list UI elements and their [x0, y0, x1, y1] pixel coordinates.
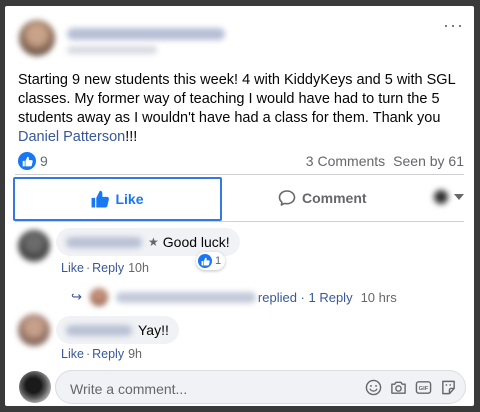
comment-reaction-count: 1 — [215, 255, 222, 267]
comment-like-link[interactable]: Like — [61, 261, 84, 275]
seen-by-count[interactable]: Seen by 61 — [393, 153, 464, 169]
replier-avatar — [89, 288, 108, 306]
comment-button[interactable]: Comment — [278, 188, 367, 208]
comment-button-label: Comment — [302, 190, 367, 206]
like-button[interactable]: Like — [13, 177, 222, 221]
composer-icons: GIF — [364, 378, 457, 396]
post-text: Starting 9 new students this week! 4 wit… — [18, 72, 456, 126]
reaction-summary[interactable]: 9 — [18, 152, 48, 170]
comment-like-link[interactable]: Like — [61, 347, 84, 361]
reply-thread[interactable]: ↪ replied · 1 Reply 10 hrs — [71, 288, 397, 306]
author-avatar[interactable] — [19, 20, 55, 56]
commenter-name-redacted[interactable] — [66, 324, 132, 336]
post-stats: 3 Comments Seen by 61 — [306, 153, 464, 169]
comment-timestamp[interactable]: 10h — [128, 261, 149, 275]
comment-timestamp[interactable]: 9h — [128, 347, 142, 361]
divider — [15, 174, 464, 175]
comment-composer: GIF — [55, 370, 466, 404]
viewer-avatar — [433, 189, 449, 205]
camera-icon[interactable] — [389, 378, 407, 396]
svg-text:GIF: GIF — [418, 386, 428, 392]
chevron-down-icon — [454, 194, 464, 200]
replier-name-redacted — [115, 291, 256, 303]
comment-actions: Like · Reply 9h — [61, 347, 142, 361]
like-button-label: Like — [115, 191, 144, 207]
comment-actions: Like · Reply 10h — [61, 261, 149, 275]
comment-reply-link[interactable]: Reply — [92, 347, 124, 361]
post-body: Starting 9 new students this week! 4 wit… — [18, 71, 466, 147]
comment-input[interactable] — [68, 378, 352, 400]
comment-reply-link[interactable]: Reply — [92, 261, 124, 275]
gif-icon[interactable]: GIF — [414, 378, 432, 396]
reply-thread-label[interactable]: replied · 1 Reply — [258, 290, 353, 305]
comment-reaction-pill[interactable]: 1 — [196, 252, 226, 270]
post-card: ··· Starting 9 new students this week! 4… — [5, 6, 474, 406]
like-reaction-icon — [198, 254, 212, 268]
like-reaction-icon — [18, 152, 36, 170]
commenter-name-redacted[interactable] — [66, 236, 142, 248]
post-text-end: !!! — [125, 129, 138, 145]
action-bar: Like Comment — [13, 177, 466, 221]
audience-selector[interactable] — [433, 189, 464, 205]
sticker-icon[interactable] — [439, 378, 457, 396]
comment-text: Yay!! — [138, 322, 169, 338]
commenter-avatar[interactable] — [18, 230, 50, 262]
comments-count-link[interactable]: 3 Comments — [306, 153, 385, 169]
thumbs-up-icon — [92, 190, 110, 208]
post-meta-redacted — [67, 46, 157, 54]
reply-arrow-icon: ↪ — [71, 289, 82, 304]
star-icon: ★ — [148, 235, 159, 249]
comment-text: Good luck! — [162, 234, 230, 250]
comment-bubble: Yay!! — [56, 316, 179, 344]
current-user-avatar[interactable] — [19, 371, 51, 403]
reaction-count: 9 — [40, 153, 48, 169]
more-options-icon[interactable]: ··· — [443, 16, 464, 34]
smiley-icon[interactable] — [364, 378, 382, 396]
divider — [15, 221, 464, 222]
speech-bubble-icon — [278, 190, 296, 206]
author-name-redacted[interactable] — [67, 28, 225, 40]
commenter-avatar[interactable] — [18, 314, 50, 346]
reply-thread-timestamp: 10 hrs — [360, 289, 397, 305]
mention-link[interactable]: Daniel Patterson — [18, 129, 125, 145]
